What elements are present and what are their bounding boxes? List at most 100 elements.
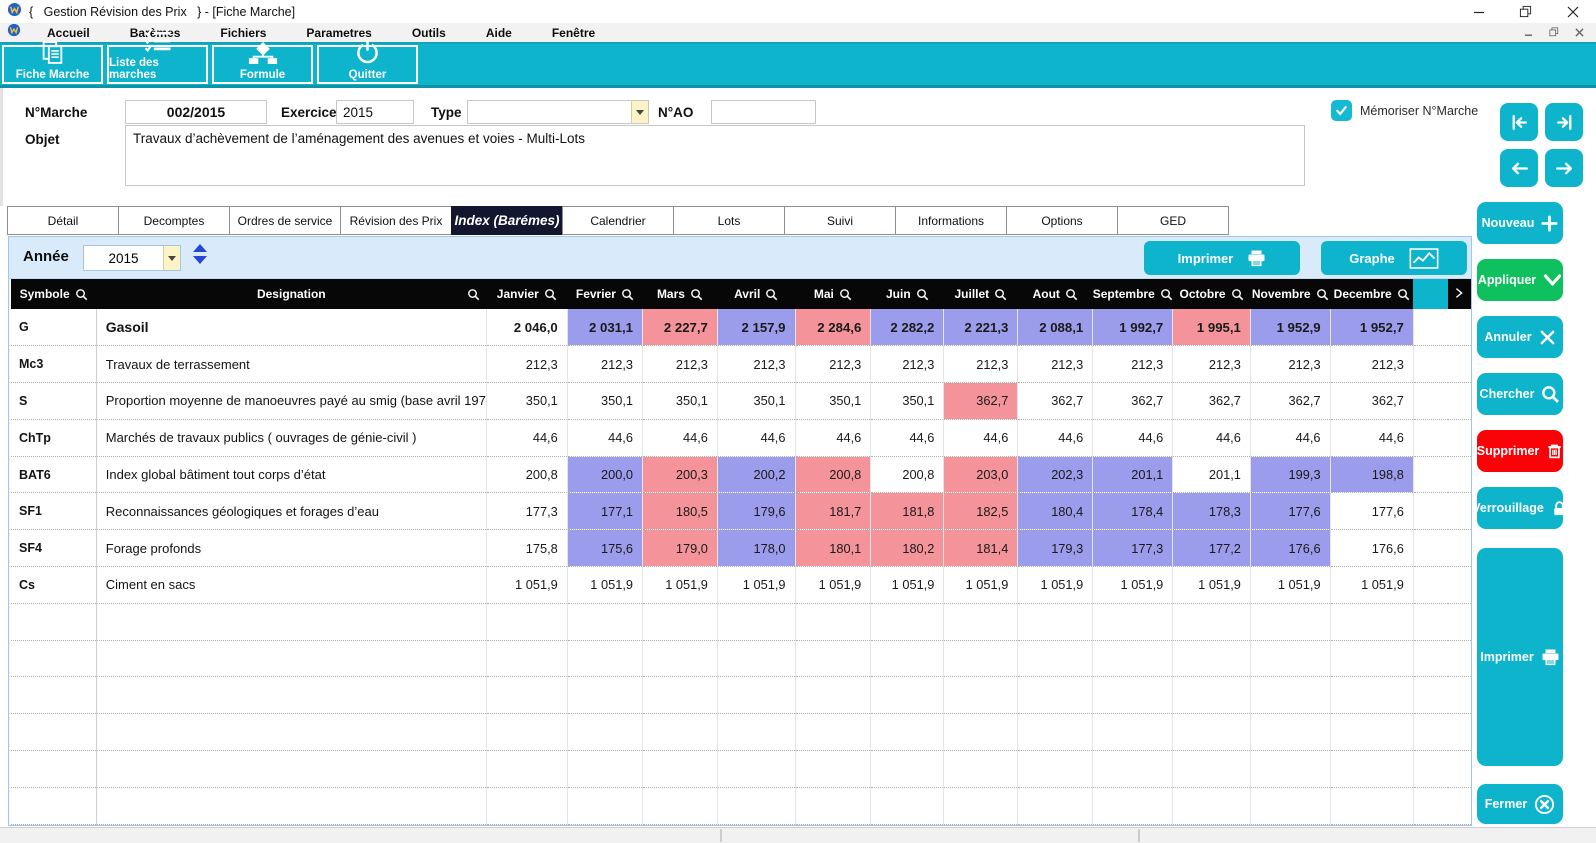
value-cell-decembre[interactable]: 176,6 — [1330, 530, 1413, 567]
value-cell-octobre[interactable]: 212,3 — [1173, 346, 1251, 383]
memoriser-checkbox[interactable] — [1331, 100, 1352, 121]
value-cell-mai[interactable]: 212,3 — [795, 346, 871, 383]
designation-cell[interactable]: Proportion moyenne de manoeuvres payé au… — [96, 383, 486, 420]
value-cell-juin[interactable]: 200,8 — [871, 456, 944, 493]
liste-des-marches-button[interactable]: Liste des marches — [107, 45, 208, 84]
value-cell-avril[interactable]: 44,6 — [717, 419, 795, 456]
appliquer-button[interactable]: Appliquer — [1477, 259, 1563, 301]
designation-cell[interactable]: Index global bâtiment tout corps d’état — [96, 456, 486, 493]
tab-ordres-de-service[interactable]: Ordres de service — [229, 206, 341, 235]
value-cell-septembre[interactable]: 177,3 — [1093, 530, 1173, 567]
designation-cell[interactable]: Marchés de travaux publics ( ouvrages de… — [96, 419, 486, 456]
value-cell-janvier[interactable]: 177,3 — [486, 493, 567, 530]
column-header-mars[interactable]: Mars — [643, 279, 718, 309]
tab-revision-des-prix[interactable]: Révision des Prix — [340, 206, 452, 235]
column-header-mai[interactable]: Mai — [795, 279, 871, 309]
tab-informations[interactable]: Informations — [895, 206, 1007, 235]
value-cell-juillet[interactable]: 44,6 — [944, 419, 1018, 456]
value-cell-avril[interactable]: 2 157,9 — [717, 309, 795, 346]
tab-index-baremes[interactable]: Index (Barémes) — [451, 206, 563, 235]
menu-item-fichiers[interactable]: Fichiers — [200, 26, 286, 40]
value-cell-mars[interactable]: 212,3 — [643, 346, 718, 383]
value-cell-septembre[interactable]: 362,7 — [1093, 383, 1173, 420]
tab-detail[interactable]: Détail — [7, 206, 119, 235]
symbole-cell[interactable]: SF4 — [11, 530, 96, 567]
value-cell-aout[interactable]: 2 088,1 — [1018, 309, 1093, 346]
column-header-decembre[interactable]: Decembre — [1330, 279, 1413, 309]
value-cell-juillet[interactable]: 2 221,3 — [944, 309, 1018, 346]
graphe-button[interactable]: Graphe — [1321, 241, 1467, 275]
value-cell-juillet[interactable]: 182,5 — [944, 493, 1018, 530]
symbole-cell[interactable]: SF1 — [11, 493, 96, 530]
designation-cell[interactable]: Gasoil — [96, 309, 486, 346]
column-header-octobre[interactable]: Octobre — [1173, 279, 1251, 309]
value-cell-juillet[interactable]: 203,0 — [944, 456, 1018, 493]
value-cell-novembre[interactable]: 176,6 — [1250, 530, 1330, 567]
nouveau-button[interactable]: Nouveau — [1477, 202, 1563, 244]
value-cell-septembre[interactable]: 1 992,7 — [1093, 309, 1173, 346]
column-header-juillet[interactable]: Juillet — [944, 279, 1018, 309]
value-cell-fevrier[interactable]: 2 031,1 — [567, 309, 642, 346]
value-cell-fevrier[interactable]: 200,0 — [567, 456, 642, 493]
value-cell-novembre[interactable]: 44,6 — [1250, 419, 1330, 456]
value-cell-fevrier[interactable]: 44,6 — [567, 419, 642, 456]
value-cell-juin[interactable]: 1 051,9 — [871, 567, 944, 604]
next-record-button[interactable] — [1545, 149, 1583, 187]
symbole-cell[interactable]: G — [11, 309, 96, 346]
value-cell-janvier[interactable]: 44,6 — [486, 419, 567, 456]
annuler-button[interactable]: Annuler — [1477, 316, 1563, 358]
value-cell-fevrier[interactable]: 175,6 — [567, 530, 642, 567]
restore-button[interactable] — [1502, 0, 1549, 23]
value-cell-decembre[interactable]: 44,6 — [1330, 419, 1413, 456]
value-cell-novembre[interactable]: 199,3 — [1250, 456, 1330, 493]
column-header-janvier[interactable]: Janvier — [486, 279, 567, 309]
value-cell-mars[interactable]: 179,0 — [643, 530, 718, 567]
value-cell-septembre[interactable]: 212,3 — [1093, 346, 1173, 383]
value-cell-fevrier[interactable]: 350,1 — [567, 383, 642, 420]
value-cell-aout[interactable]: 1 051,9 — [1018, 567, 1093, 604]
column-header-septembre[interactable]: Septembre — [1093, 279, 1173, 309]
symbole-cell[interactable]: S — [11, 383, 96, 420]
value-cell-mai[interactable]: 350,1 — [795, 383, 871, 420]
value-cell-mars[interactable]: 350,1 — [643, 383, 718, 420]
designation-cell[interactable]: Travaux de terrassement — [96, 346, 486, 383]
first-record-button[interactable] — [1500, 103, 1538, 141]
quitter-button[interactable]: Quitter — [317, 45, 418, 84]
value-cell-mai[interactable]: 44,6 — [795, 419, 871, 456]
value-cell-juillet[interactable]: 1 051,9 — [944, 567, 1018, 604]
value-cell-aout[interactable]: 44,6 — [1018, 419, 1093, 456]
designation-cell[interactable]: Forage profonds — [96, 530, 486, 567]
objet-textarea[interactable]: Travaux d’achèvement de l’aménagement de… — [125, 125, 1305, 186]
no-marche-input[interactable]: 002/2015 — [125, 100, 267, 124]
value-cell-mai[interactable]: 180,1 — [795, 530, 871, 567]
value-cell-mars[interactable]: 2 227,7 — [643, 309, 718, 346]
value-cell-fevrier[interactable]: 212,3 — [567, 346, 642, 383]
type-dropdown-arrow-icon[interactable] — [631, 101, 648, 123]
value-cell-juillet[interactable]: 212,3 — [944, 346, 1018, 383]
value-cell-septembre[interactable]: 44,6 — [1093, 419, 1173, 456]
value-cell-mars[interactable]: 1 051,9 — [643, 567, 718, 604]
bottom-scrollbar[interactable] — [0, 827, 1596, 843]
spinner-up-icon[interactable] — [193, 244, 207, 252]
type-select[interactable] — [467, 100, 649, 124]
value-cell-octobre[interactable]: 1 051,9 — [1173, 567, 1251, 604]
close-button[interactable] — [1549, 0, 1596, 23]
symbole-cell[interactable]: BAT6 — [11, 456, 96, 493]
value-cell-janvier[interactable]: 350,1 — [486, 383, 567, 420]
value-cell-mars[interactable]: 44,6 — [643, 419, 718, 456]
value-cell-janvier[interactable]: 2 046,0 — [486, 309, 567, 346]
symbole-cell[interactable]: Mc3 — [11, 346, 96, 383]
value-cell-avril[interactable]: 179,6 — [717, 493, 795, 530]
column-header-fevrier[interactable]: Fevrier — [567, 279, 642, 309]
value-cell-avril[interactable]: 200,2 — [717, 456, 795, 493]
tab-calendrier[interactable]: Calendrier — [562, 206, 674, 235]
value-cell-juin[interactable]: 350,1 — [871, 383, 944, 420]
value-cell-octobre[interactable]: 44,6 — [1173, 419, 1251, 456]
menu-item-aide[interactable]: Aide — [466, 26, 532, 40]
chercher-button[interactable]: Chercher — [1477, 373, 1563, 415]
mdi-close-icon[interactable] — [1575, 24, 1584, 42]
column-header-aout[interactable]: Aout — [1018, 279, 1093, 309]
verrouillage-button[interactable]: Verrouillage — [1477, 487, 1563, 529]
column-header-avril[interactable]: Avril — [717, 279, 795, 309]
value-cell-octobre[interactable]: 362,7 — [1173, 383, 1251, 420]
